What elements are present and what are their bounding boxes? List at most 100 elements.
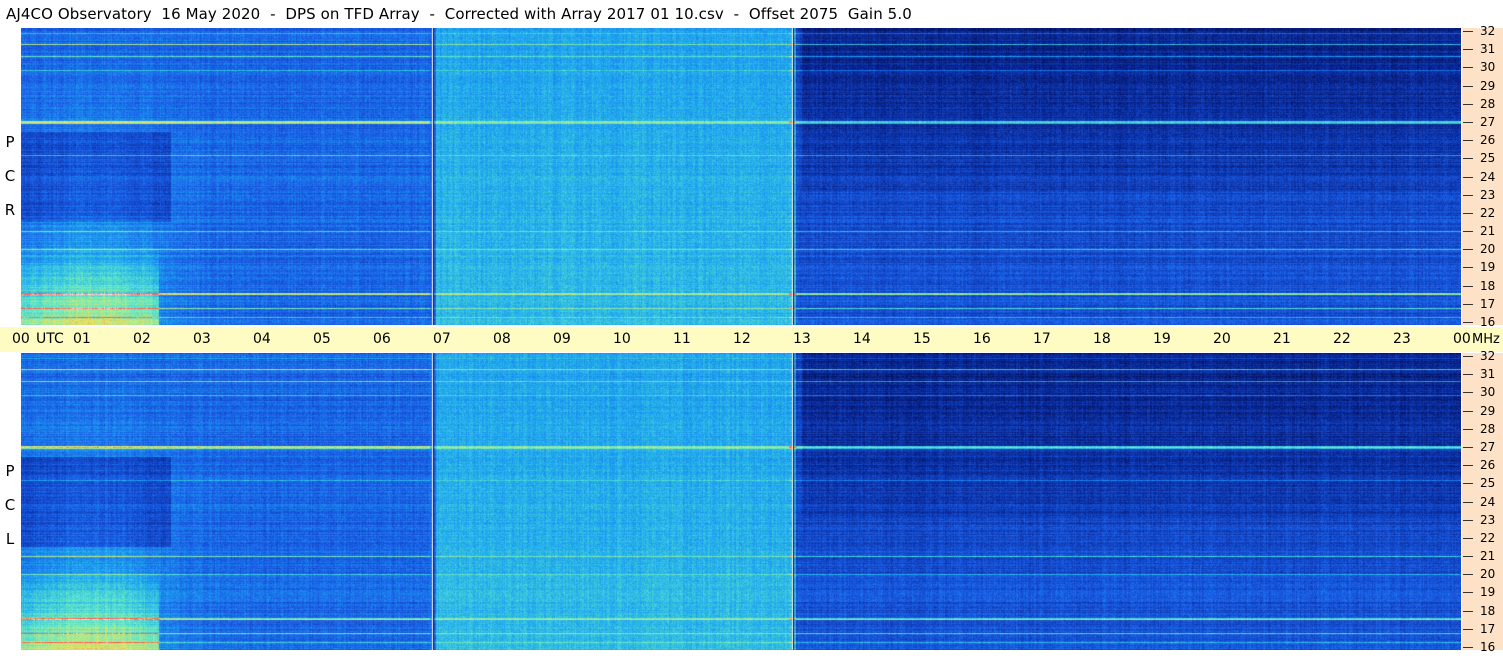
time-tick-label: 00 xyxy=(1453,331,1471,347)
frequency-tick-label: 19 xyxy=(1480,260,1496,275)
time-tick-label: 08 xyxy=(493,331,511,347)
frequency-tick-label: 30 xyxy=(1480,60,1496,75)
frequency-tick-mark xyxy=(1463,31,1473,32)
frequency-tick-mark xyxy=(1463,410,1473,412)
time-tick-label: 07 xyxy=(433,331,451,347)
frequency-tick-mark xyxy=(1463,267,1473,269)
frequency-tick-mark xyxy=(1463,501,1473,503)
time-tick-label: 10 xyxy=(613,331,631,347)
time-tick-label: 16 xyxy=(973,331,991,347)
frequency-tick-label: 27 xyxy=(1480,114,1496,129)
frequency-tick-label: 25 xyxy=(1480,151,1496,166)
frequency-tick-mark xyxy=(1463,647,1473,648)
frequency-tick-mark xyxy=(1463,67,1473,69)
time-axis-unit: UTC xyxy=(36,331,64,347)
frequency-tick-mark xyxy=(1463,103,1473,105)
frequency-tick-label: 27 xyxy=(1480,439,1496,454)
frequency-tick-mark xyxy=(1463,428,1473,430)
frequency-tick-mark xyxy=(1463,158,1473,160)
rcp-letter-r: R xyxy=(4,201,16,219)
time-tick-label: 06 xyxy=(373,331,391,347)
frequency-tick-label: 26 xyxy=(1480,458,1496,473)
frequency-tick-mark xyxy=(1463,303,1473,305)
lcp-letter-l: L xyxy=(5,530,15,548)
time-tick-label: 15 xyxy=(913,331,931,347)
frequency-tick-mark xyxy=(1463,212,1473,214)
frequency-tick-label: 22 xyxy=(1480,205,1496,220)
frequency-tick-label: 23 xyxy=(1480,187,1496,202)
frequency-tick-label: 25 xyxy=(1480,476,1496,491)
rcp-letter-c: C xyxy=(4,167,16,185)
frequency-tick-mark xyxy=(1463,121,1473,123)
lcp-letter-p: P xyxy=(5,462,15,480)
time-axis: 00 01 02 03 04 05 06 07 08 09 10 11 12 13 14 15 16 17 18 19… xyxy=(0,327,1503,352)
time-tick-label: 20 xyxy=(1213,331,1231,347)
frequency-tick-label: 17 xyxy=(1480,296,1496,311)
rcp-letter-p: P xyxy=(5,133,15,151)
frequency-tick-label: 21 xyxy=(1480,549,1496,564)
frequency-tick-label: 18 xyxy=(1480,603,1496,618)
lcp-frequency-axis: 32 31 30 29 28 27 26 25 24 23 22 21 20 19 18 17 16 xyxy=(1462,349,1503,654)
frequency-tick-mark xyxy=(1463,374,1473,376)
frequency-tick-label: 28 xyxy=(1480,421,1496,436)
time-tick-label: 00 xyxy=(12,331,30,347)
frequency-tick-mark xyxy=(1463,392,1473,394)
time-tick-label: 02 xyxy=(133,331,151,347)
time-tick-label: 04 xyxy=(253,331,271,347)
frequency-tick-mark xyxy=(1463,610,1473,612)
frequency-tick-mark xyxy=(1463,249,1473,251)
frequency-tick-label: 24 xyxy=(1480,494,1496,509)
frequency-tick-label: 29 xyxy=(1480,78,1496,93)
frequency-tick-mark xyxy=(1463,85,1473,87)
frequency-tick-mark xyxy=(1463,356,1473,357)
frequency-tick-label: 20 xyxy=(1480,567,1496,582)
time-tick-label: 18 xyxy=(1093,331,1111,347)
frequency-tick-label: 29 xyxy=(1480,403,1496,418)
time-tick-label: 01 xyxy=(73,331,91,347)
lcp-heatmap-canvas xyxy=(21,353,1461,650)
frequency-tick-label: 32 xyxy=(1480,349,1496,363)
frequency-tick-mark xyxy=(1463,628,1473,630)
time-tick-label: 17 xyxy=(1033,331,1051,347)
rcp-heatmap-canvas xyxy=(21,28,1461,325)
time-tick-label: 22 xyxy=(1333,331,1351,347)
frequency-tick-mark xyxy=(1463,556,1473,558)
frequency-tick-label: 30 xyxy=(1480,385,1496,400)
frequency-tick-label: 21 xyxy=(1480,224,1496,239)
time-tick-label: 09 xyxy=(553,331,571,347)
frequency-tick-mark xyxy=(1463,194,1473,196)
frequency-tick-label: 20 xyxy=(1480,242,1496,257)
frequency-tick-mark xyxy=(1463,592,1473,594)
frequency-tick-label: 18 xyxy=(1480,278,1496,293)
time-tick-label: 23 xyxy=(1393,331,1411,347)
frequency-tick-mark xyxy=(1463,176,1473,178)
lcp-spectrogram xyxy=(21,353,1461,650)
time-tick-label: 12 xyxy=(733,331,751,347)
rcp-frequency-axis: 32 31 30 29 28 27 26 25 24 23 22 21 20 19 18 17 16 xyxy=(1462,24,1503,329)
frequency-tick-label: 31 xyxy=(1480,42,1496,57)
frequency-tick-mark xyxy=(1463,537,1473,539)
frequency-tick-label: 23 xyxy=(1480,512,1496,527)
time-tick-label: 19 xyxy=(1153,331,1171,347)
time-tick-label: 21 xyxy=(1273,331,1291,347)
frequency-tick-label: 17 xyxy=(1480,621,1496,636)
frequency-tick-label: 24 xyxy=(1480,169,1496,184)
frequency-tick-label: 32 xyxy=(1480,24,1496,38)
time-tick-label: 05 xyxy=(313,331,331,347)
frequency-tick-mark xyxy=(1463,322,1473,323)
frequency-tick-label: 19 xyxy=(1480,585,1496,600)
frequency-tick-mark xyxy=(1463,465,1473,467)
time-tick-label: 03 xyxy=(193,331,211,347)
frequency-tick-mark xyxy=(1463,483,1473,485)
frequency-tick-mark xyxy=(1463,140,1473,142)
chart-title: AJ4CO Observatory 16 May 2020 - DPS on T… xyxy=(6,5,912,23)
frequency-tick-label: 28 xyxy=(1480,96,1496,111)
frequency-tick-mark xyxy=(1463,574,1473,576)
time-tick-label: 14 xyxy=(853,331,871,347)
time-tick-label: 13 xyxy=(793,331,811,347)
time-tick-label: 11 xyxy=(673,331,691,347)
frequency-tick-label: 31 xyxy=(1480,367,1496,382)
frequency-tick-label: 26 xyxy=(1480,133,1496,148)
frequency-tick-mark xyxy=(1463,519,1473,521)
frequency-tick-label: 22 xyxy=(1480,530,1496,545)
